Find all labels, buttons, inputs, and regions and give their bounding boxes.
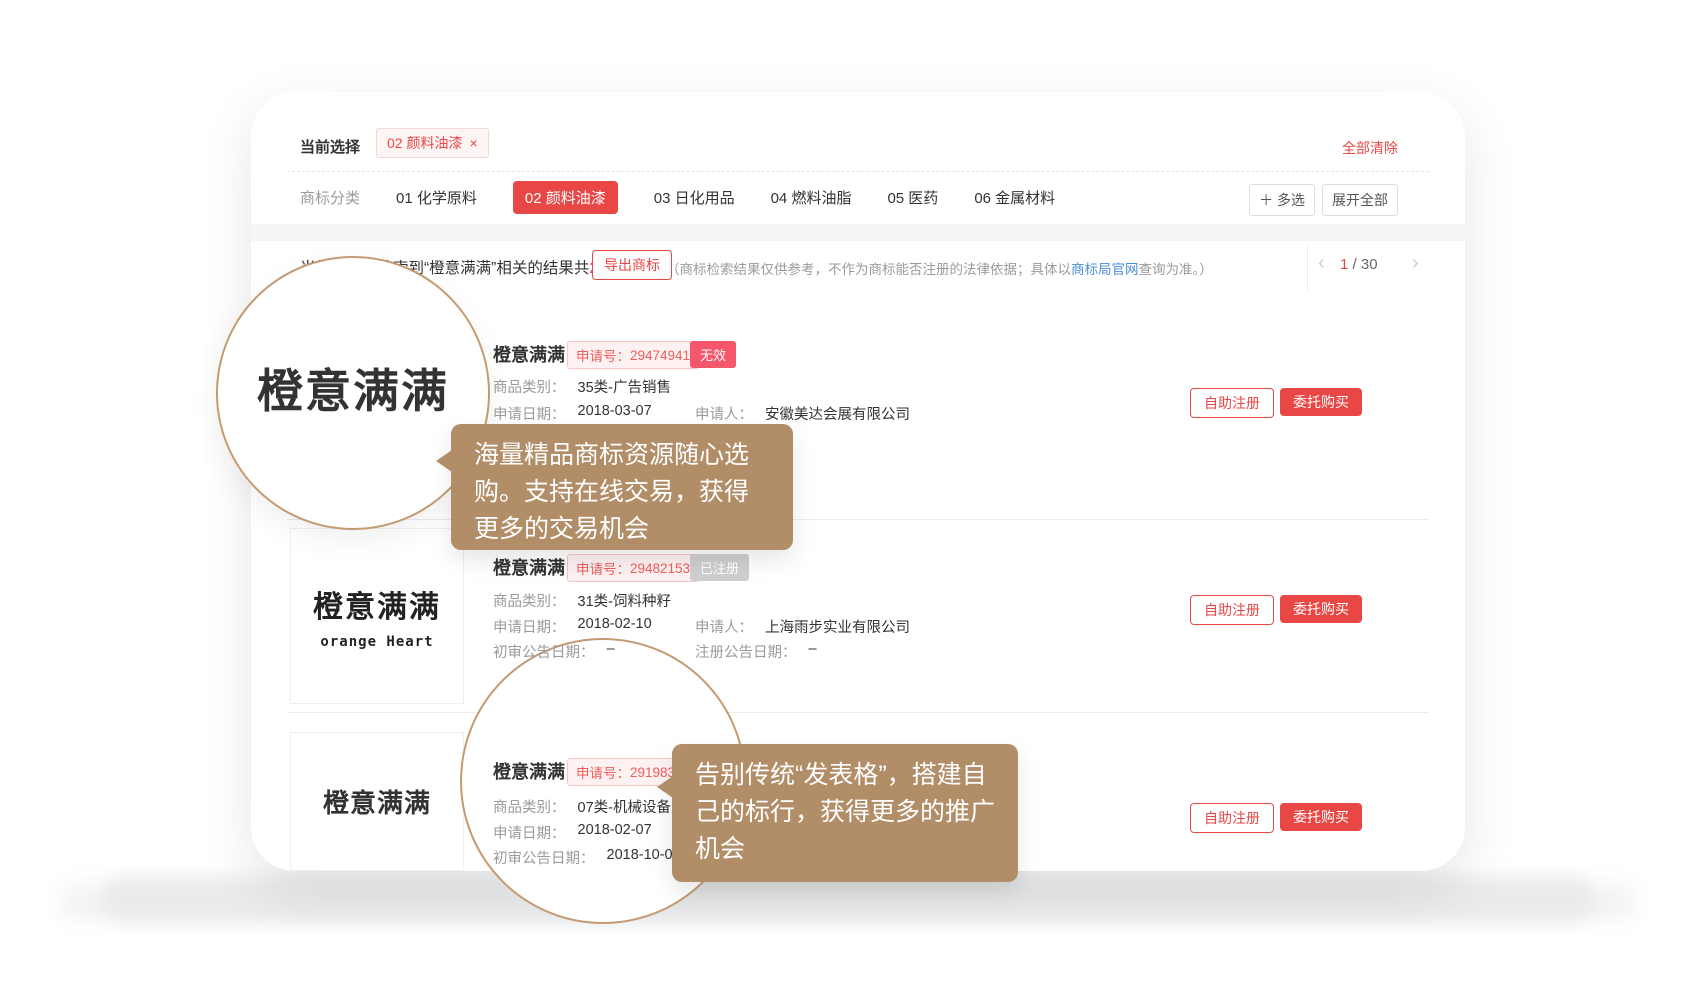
entrust-buy-button[interactable]: 委托购买: [1280, 803, 1362, 831]
selected-filter-tag-label: 02 颜料油漆: [387, 133, 462, 153]
application-number-label: 申请号：: [576, 558, 630, 578]
trademark-image: 橙意满满: [290, 732, 464, 871]
close-icon[interactable]: ×: [469, 135, 477, 151]
field-value: 2018-02-07: [578, 822, 652, 843]
pagination-divider: [1307, 246, 1308, 290]
trademark-image-text: 橙意满满: [313, 582, 441, 626]
status-badge-invalid: 无效: [690, 341, 736, 368]
field-label: 申请人：: [695, 616, 753, 637]
field-value: 31类-饲料种籽: [578, 590, 671, 611]
field-value: 2018-03-07: [578, 403, 652, 424]
field-label: 申请日期：: [493, 822, 566, 843]
field-value: 07类-机械设备: [578, 796, 671, 817]
disclaimer-prefix: （商标检索结果仅供参考，不作为商标能否注册的法律依据；具体以: [666, 262, 1071, 277]
application-number-label: 申请号：: [576, 762, 630, 782]
pagination-sep: /: [1348, 256, 1361, 273]
pagination-prev-icon[interactable]: ‹: [1318, 253, 1325, 273]
pagination-next-icon[interactable]: ›: [1412, 253, 1419, 273]
application-number-label: 申请号：: [576, 345, 630, 365]
tooltip-marketplace: 海量精品商标资源随心选购。支持在线交易，获得更多的交易机会: [451, 424, 793, 550]
field-label: 初审公告日期：: [493, 641, 595, 662]
tooltip-promotion: 告别传统“发表格”，搭建自己的标行，获得更多的推广机会: [672, 744, 1018, 882]
results-disclaimer: （商标检索结果仅供参考，不作为商标能否注册的法律依据；具体以商标局官网查询为准。…: [666, 258, 1213, 278]
application-number-tag: 申请号：29482153: [567, 554, 699, 582]
category-item-03[interactable]: 03 日化用品: [654, 187, 735, 208]
pagination-total: 30: [1361, 256, 1378, 273]
magnified-trademark-text: 橙意满满: [257, 355, 449, 421]
disclaimer-suffix: 查询为准。）: [1139, 262, 1213, 277]
application-number-value: 29482153: [630, 561, 690, 576]
trademark-image: 橙意满满 orange Heart: [290, 528, 464, 704]
tooltip-arrow-icon: [657, 776, 673, 798]
trademark-image-subtext: orange Heart: [320, 634, 433, 650]
category-item-06[interactable]: 06 金属材料: [974, 187, 1055, 208]
filter-dashed-separator: [287, 171, 1429, 172]
trademark-name: 橙意满满: [493, 341, 565, 367]
field-label: 申请日期：: [493, 616, 566, 637]
field-label: 商品类别：: [493, 376, 566, 397]
field-value: 安徽美达会展有限公司: [765, 403, 910, 424]
page: 当前选择 02 颜料油漆 × 全部清除 商标分类 01 化学原料 02 颜料油漆…: [0, 0, 1696, 1002]
pagination-indicator: 1 / 30: [1340, 256, 1378, 273]
current-selection-label: 当前选择: [300, 136, 360, 157]
clear-all-button[interactable]: 全部清除: [1342, 138, 1398, 158]
magnifier-circle: 橙意满满: [216, 256, 490, 530]
field-label: 初审公告日期：: [493, 847, 595, 868]
row-separator: [287, 712, 1429, 713]
section-divider-band: [251, 224, 1465, 241]
application-number-tag: 申请号：29474941: [567, 341, 699, 369]
field-label: 申请人：: [695, 403, 753, 424]
category-item-05[interactable]: 05 医药: [887, 187, 938, 208]
application-number-value: 29474941: [630, 348, 690, 363]
field-value: 2018-02-10: [578, 616, 652, 637]
trademark-image-text: 橙意满满: [323, 783, 431, 820]
field-value: –: [809, 641, 817, 662]
export-trademark-button[interactable]: 导出商标: [592, 250, 672, 280]
self-register-button[interactable]: 自助注册: [1190, 595, 1274, 625]
tooltip-text: 告别传统“发表格”，搭建自己的标行，获得更多的推广机会: [695, 761, 995, 863]
multi-select-button[interactable]: ＋ 多选: [1249, 184, 1315, 216]
self-register-button[interactable]: 自助注册: [1190, 388, 1274, 418]
trademark-name: 橙意满满: [493, 758, 565, 784]
expand-all-button[interactable]: 展开全部: [1322, 184, 1398, 216]
self-register-button[interactable]: 自助注册: [1190, 803, 1274, 833]
field-label: 商品类别：: [493, 796, 566, 817]
category-item-02-selected[interactable]: 02 颜料油漆: [513, 181, 618, 214]
field-value: 2018-10-06: [607, 847, 681, 868]
status-badge-registered: 已注册: [690, 554, 749, 581]
category-item-01[interactable]: 01 化学原料: [396, 187, 477, 208]
field-value: 上海雨步实业有限公司: [765, 616, 910, 637]
tooltip-arrow-icon: [436, 450, 452, 472]
entrust-buy-button[interactable]: 委托购买: [1280, 388, 1362, 416]
field-value: 35类-广告销售: [578, 376, 671, 397]
field-label: 商品类别：: [493, 590, 566, 611]
trademark-office-link[interactable]: 商标局官网: [1071, 262, 1139, 277]
selected-filter-tag[interactable]: 02 颜料油漆 ×: [376, 128, 489, 158]
field-value: –: [607, 641, 615, 662]
trademark-name: 橙意满满: [493, 554, 565, 580]
entrust-buy-button[interactable]: 委托购买: [1280, 595, 1362, 623]
base-shadow: [100, 876, 1596, 922]
category-item-04[interactable]: 04 燃料油脂: [771, 187, 852, 208]
category-label: 商标分类: [300, 187, 360, 208]
field-label: 注册公告日期：: [695, 641, 797, 662]
field-label: 申请日期：: [493, 403, 566, 424]
tooltip-text: 海量精品商标资源随心选购。支持在线交易，获得更多的交易机会: [474, 441, 749, 543]
